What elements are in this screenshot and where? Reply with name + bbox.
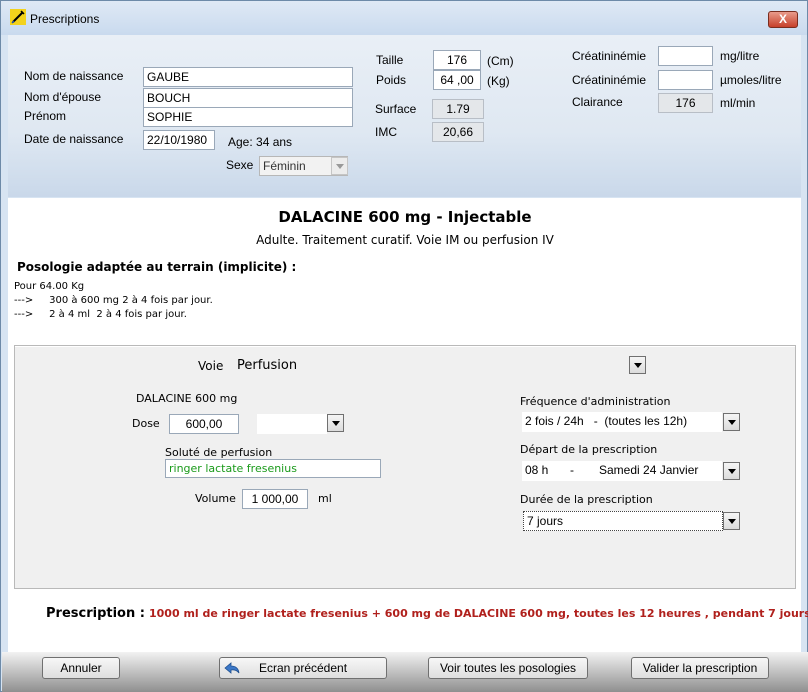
volume-label: Volume [195, 492, 236, 505]
depart-heure: 08 h [525, 463, 549, 477]
window-title: Prescriptions [30, 12, 100, 26]
date-naissance-label: Date de naissance [24, 132, 124, 146]
taille-unit: (Cm) [487, 54, 514, 68]
ecran-precedent-button[interactable]: Ecran précédent [219, 657, 387, 679]
prescription-label: Prescription : [46, 606, 145, 621]
depart-label: Départ de la prescription [520, 443, 658, 456]
nom-naissance-label: Nom de naissance [24, 69, 124, 83]
chevron-down-icon[interactable] [331, 157, 348, 175]
poids-field[interactable]: 64 ,00 [433, 70, 481, 90]
close-button[interactable]: X [768, 11, 798, 28]
chevron-down-icon[interactable] [723, 512, 740, 530]
valider-button[interactable]: Valider la prescription [631, 657, 769, 679]
chevron-down-icon[interactable] [723, 413, 740, 431]
taille-label: Taille [376, 53, 404, 67]
depart-date: Samedi 24 Janvier [599, 463, 699, 477]
nom-naissance-field[interactable]: GAUBE [143, 67, 353, 87]
clairance-unit: ml/min [720, 96, 756, 110]
surface-label: Surface [375, 102, 417, 116]
voir-posologies-button[interactable]: Voir toutes les posologies [428, 657, 588, 679]
nom-epouse-field[interactable]: BOUCH [143, 88, 353, 108]
prenom-label: Prénom [24, 109, 67, 123]
creatininemie-mg-unit: mg/litre [720, 49, 760, 63]
depart-select[interactable]: 08 h - Samedi 24 Janvier [522, 461, 722, 481]
prenom-field[interactable]: SOPHIE [143, 107, 353, 127]
posology-header: Posologie adaptée au terrain (implicite)… [17, 260, 297, 274]
creatininemie-mg-label: Créatininémie [572, 49, 647, 63]
sexe-label: Sexe [226, 158, 254, 172]
chevron-down-icon[interactable] [629, 356, 646, 374]
creatininemie-umol-field[interactable] [658, 70, 713, 90]
age-text: Age: 34 ans [228, 135, 293, 149]
posology-line-1: ---> 300 à 600 mg 2 à 4 fois par jour. [14, 295, 213, 306]
dose-unit-select[interactable] [257, 414, 327, 434]
chevron-down-icon[interactable] [327, 414, 344, 432]
frequence-select[interactable]: 2 fois / 24h - (toutes les 12h) [522, 412, 722, 432]
back-arrow-icon [224, 662, 240, 674]
taille-field[interactable]: 176 [433, 50, 481, 70]
drug-name-label: DALACINE 600 mg [136, 392, 238, 405]
poids-label: Poids [376, 73, 407, 87]
ecran-precedent-label: Ecran précédent [258, 661, 348, 675]
posology-weight: Pour 64.00 Kg [14, 281, 85, 292]
solute-field[interactable]: ringer lactate fresenius [165, 459, 381, 478]
voie-select[interactable]: Perfusion [237, 358, 297, 373]
depart-separator: - [570, 463, 574, 477]
chevron-down-icon[interactable] [723, 462, 740, 480]
solute-label: Soluté de perfusion [165, 446, 273, 459]
drug-title: DALACINE 600 mg - Injectable [278, 208, 532, 226]
dose-label: Dose [132, 417, 160, 430]
date-naissance-field[interactable]: 22/10/1980 [143, 130, 215, 150]
clairance-value: 176 [658, 93, 713, 113]
prescription-summary: 1000 ml de ringer lactate fresenius + 60… [149, 607, 808, 620]
imc-label: IMC [375, 125, 397, 139]
clairance-label: Clairance [572, 95, 623, 109]
creatininemie-umol-unit: µmoles/litre [720, 73, 782, 87]
duree-label: Durée de la prescription [520, 493, 653, 506]
nom-epouse-label: Nom d'épouse [24, 90, 102, 104]
voie-label: Voie [198, 359, 224, 373]
frequence-label: Fréquence d'administration [520, 395, 671, 408]
posology-line-2: ---> 2 à 4 ml 2 à 4 fois par jour. [14, 309, 187, 320]
creatininemie-mg-field[interactable] [658, 46, 713, 66]
drug-subtitle: Adulte. Traitement curatif. Voie IM ou p… [256, 233, 554, 247]
creatininemie-umol-label: Créatininémie [572, 73, 647, 87]
duree-select[interactable]: 7 jours [523, 511, 723, 531]
imc-value: 20,66 [432, 122, 484, 142]
dose-field[interactable]: 600,00 [169, 414, 239, 434]
syringe-icon [10, 9, 26, 25]
title-bar: Prescriptions X [1, 1, 807, 35]
poids-unit: (Kg) [487, 74, 510, 88]
surface-value: 1.79 [432, 99, 484, 119]
volume-unit: ml [318, 492, 332, 505]
annuler-button[interactable]: Annuler [42, 657, 120, 679]
prescriptions-window: Prescriptions X Nom de naissance GAUBE N… [0, 0, 808, 692]
volume-field[interactable]: 1 000,00 [242, 489, 308, 509]
